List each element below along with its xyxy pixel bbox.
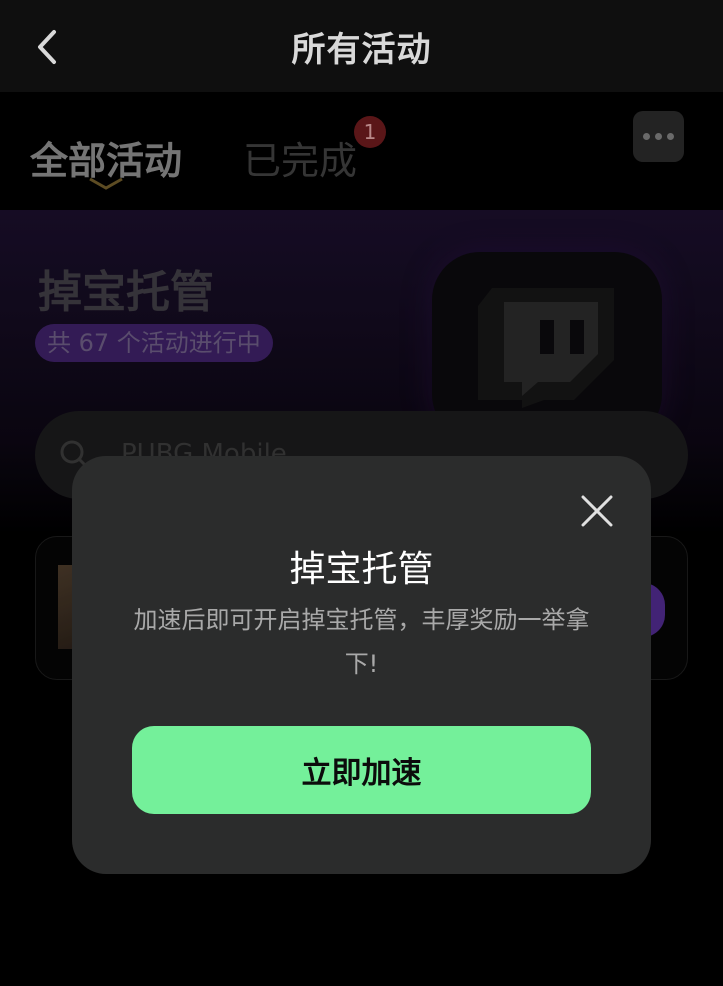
accelerate-modal: 掉宝托管 加速后即可开启掉宝托管，丰厚奖励一举拿下! 立即加速 xyxy=(72,456,651,874)
modal-title: 掉宝托管 xyxy=(289,549,434,590)
accelerate-now-button[interactable]: 立即加速 xyxy=(132,726,591,814)
close-button[interactable] xyxy=(580,494,614,528)
activities-page: 所有活动 全部活动 已完成 1 掉宝托管 共 67 个活动进行中 PUBG Mo… xyxy=(0,0,723,986)
modal-description: 加速后即可开启掉宝托管，丰厚奖励一举拿下! xyxy=(133,606,590,678)
close-icon xyxy=(581,495,613,527)
